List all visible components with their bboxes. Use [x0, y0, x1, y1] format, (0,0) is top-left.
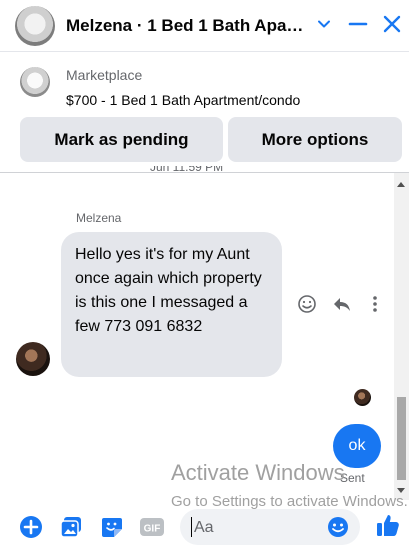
listing-title[interactable]: $700 - 1 Bed 1 Bath Apartment/condo — [66, 92, 300, 108]
chevron-down-icon[interactable] — [311, 11, 337, 37]
message-input[interactable] — [192, 515, 326, 541]
conversation-title[interactable]: Melzena · 1 Bed 1 Bath Apa… — [66, 16, 310, 36]
read-receipt-avatar — [354, 389, 371, 406]
sticker-icon[interactable] — [99, 514, 125, 540]
sender-avatar[interactable] — [16, 342, 50, 376]
svg-text:GIF: GIF — [144, 524, 161, 535]
close-icon[interactable] — [379, 11, 405, 37]
sender-name: Melzena — [76, 211, 122, 225]
minimize-icon[interactable] — [345, 11, 371, 37]
listing-thumbnail[interactable] — [20, 67, 50, 97]
more-options-button[interactable]: More options — [228, 117, 402, 162]
message-timestamp: Jun 11:59 PM — [150, 166, 224, 174]
like-icon[interactable] — [375, 512, 401, 538]
emoji-icon[interactable] — [326, 515, 350, 539]
scroll-up-arrow-icon[interactable] — [397, 182, 405, 187]
scrollbar-thumb[interactable] — [397, 397, 406, 480]
more-actions-icon[interactable] — [363, 292, 387, 316]
photo-icon[interactable] — [58, 514, 84, 540]
activate-windows-watermark-subtitle: Go to Settings to activate Windows. — [171, 493, 408, 510]
reply-icon[interactable] — [330, 292, 354, 316]
react-emoji-icon[interactable] — [295, 292, 319, 316]
chat-header: Melzena · 1 Bed 1 Bath Apa… — [0, 0, 409, 52]
marketplace-label: Marketplace — [66, 67, 143, 83]
plus-icon[interactable] — [18, 514, 44, 540]
message-input-container[interactable] — [180, 509, 360, 545]
gif-icon[interactable]: GIF — [139, 514, 165, 540]
marketplace-panel: Marketplace $700 - 1 Bed 1 Bath Apartmen… — [0, 55, 409, 173]
mark-as-pending-button[interactable]: Mark as pending — [20, 117, 223, 162]
activate-windows-watermark-title: Activate Windows — [171, 460, 345, 485]
conversation-avatar[interactable] — [15, 6, 55, 46]
incoming-message-bubble[interactable]: Hello yes it's for my Aunt once again wh… — [61, 232, 282, 377]
